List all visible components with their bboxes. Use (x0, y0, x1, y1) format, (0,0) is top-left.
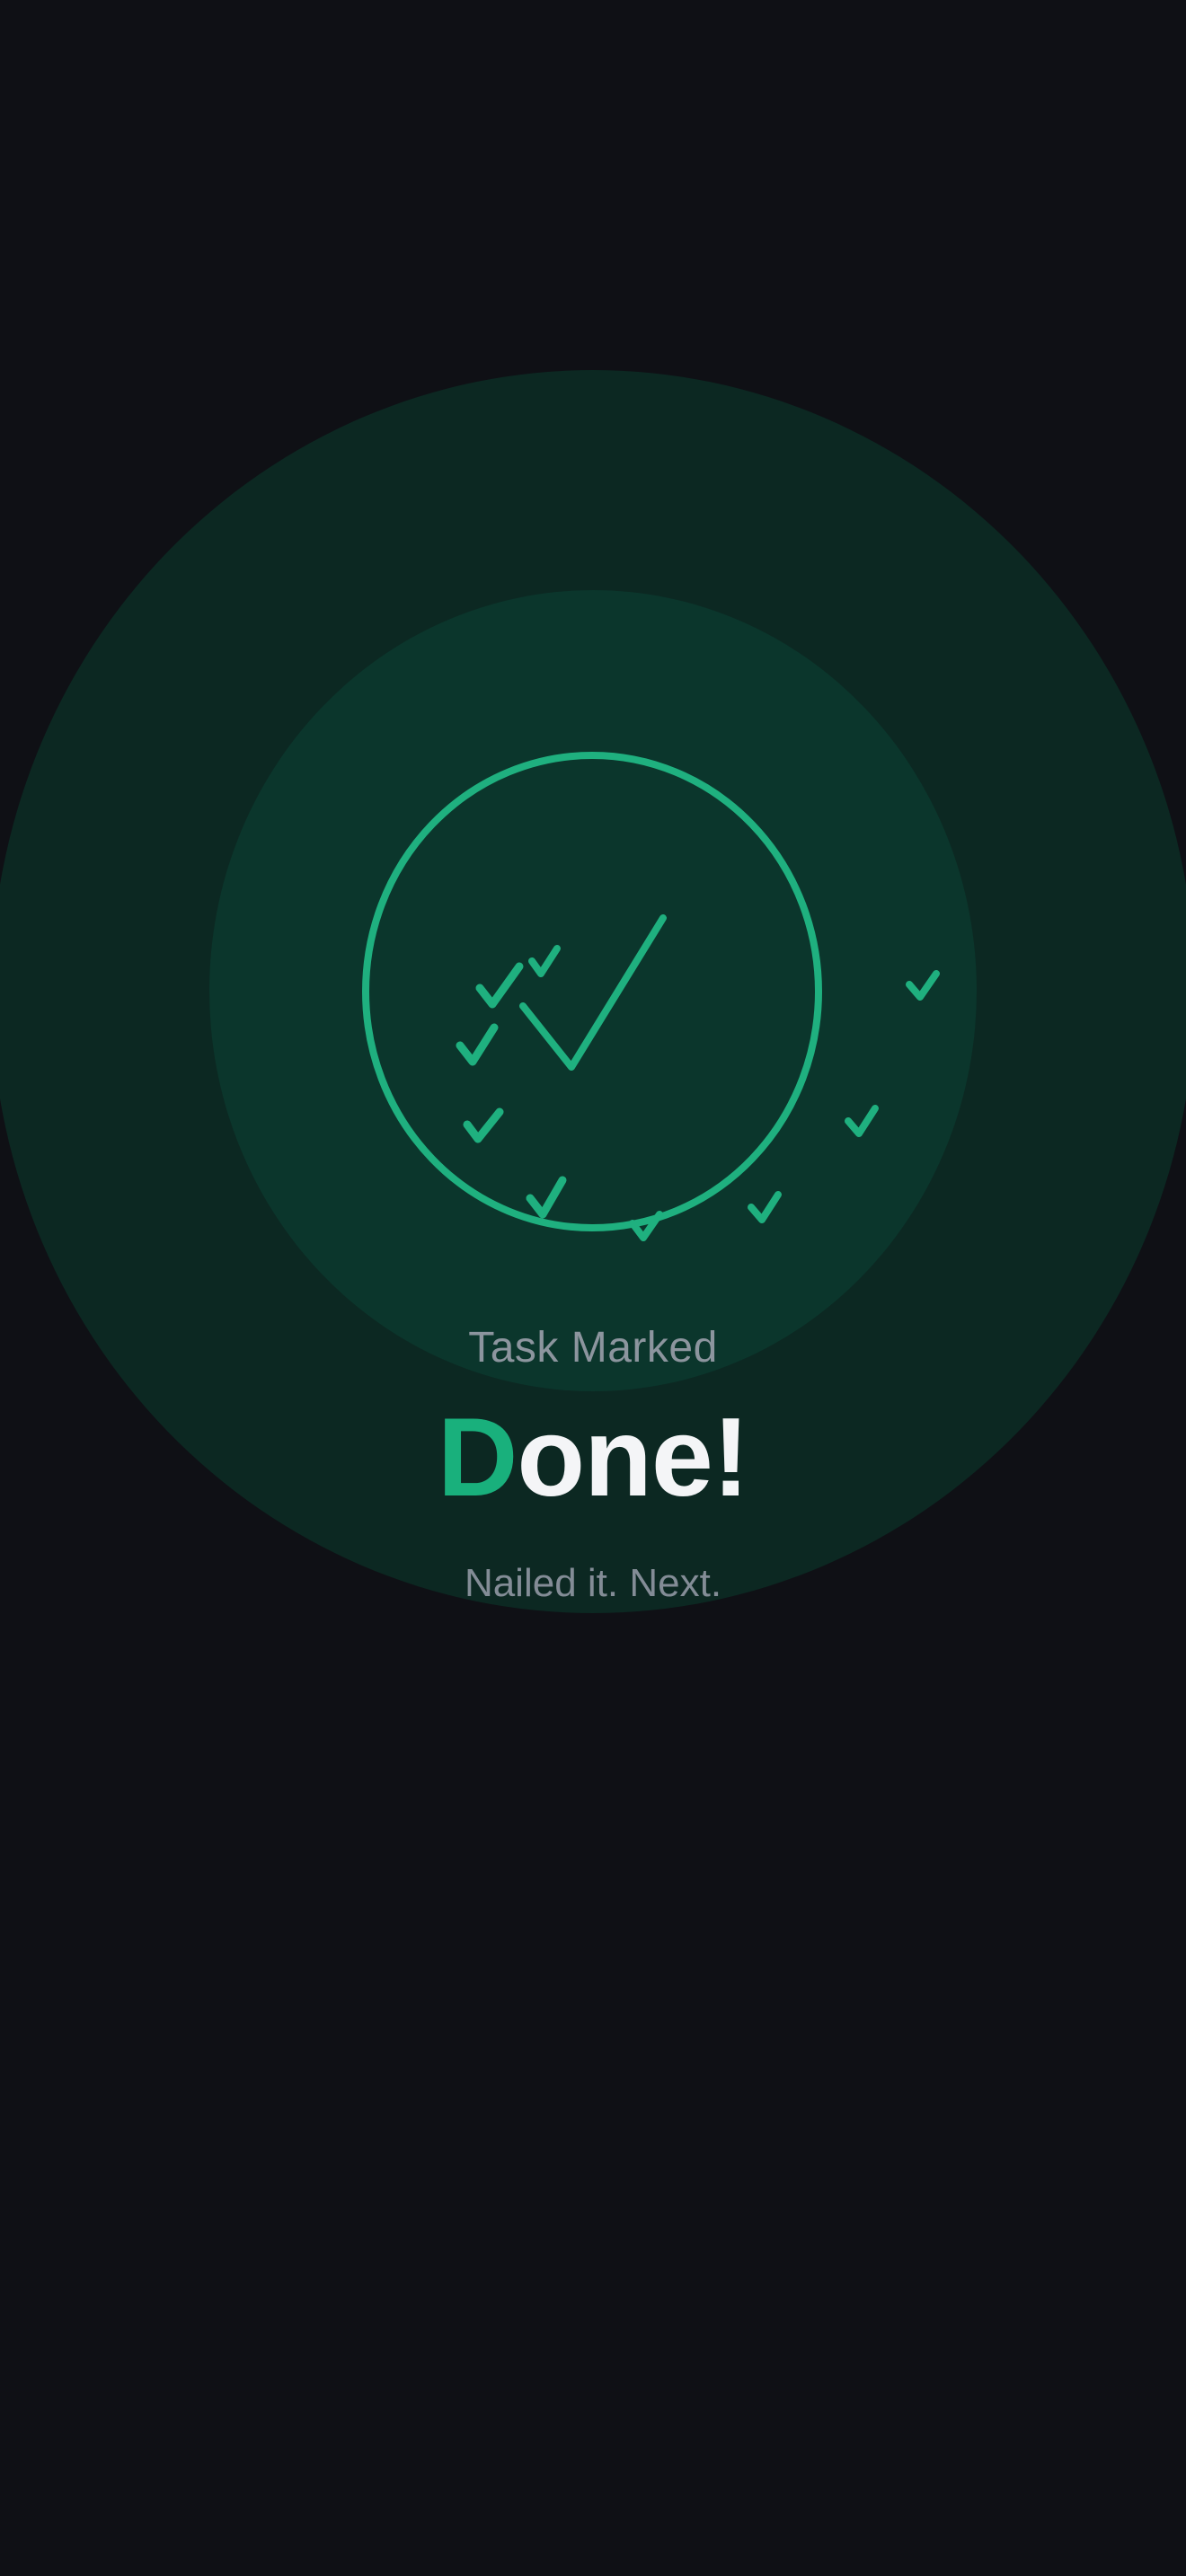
checkmark-icon (526, 1176, 567, 1219)
checkmark-icon (845, 1105, 879, 1137)
checkmark-icon (906, 970, 940, 1001)
checkmark-icon (475, 962, 524, 1009)
headline: Done! (0, 1390, 1186, 1525)
checkmark-icon (463, 1107, 504, 1143)
checkmark-icon (528, 945, 561, 977)
headline-accent-letter: D (437, 1396, 518, 1520)
checkmark-icon (456, 1023, 499, 1066)
completion-screen: Task Marked Done! Nailed it. Next. (0, 0, 1186, 2576)
celebration-artwork (362, 752, 940, 1241)
hero-check-circle (362, 752, 822, 1231)
eyebrow-label: Task Marked (468, 1324, 718, 1372)
checkmark-icon (748, 1191, 782, 1223)
subtitle: Nailed it. Next. (464, 1561, 722, 1605)
headline-rest: one! (517, 1396, 749, 1520)
circle-check-icon (519, 914, 667, 1071)
